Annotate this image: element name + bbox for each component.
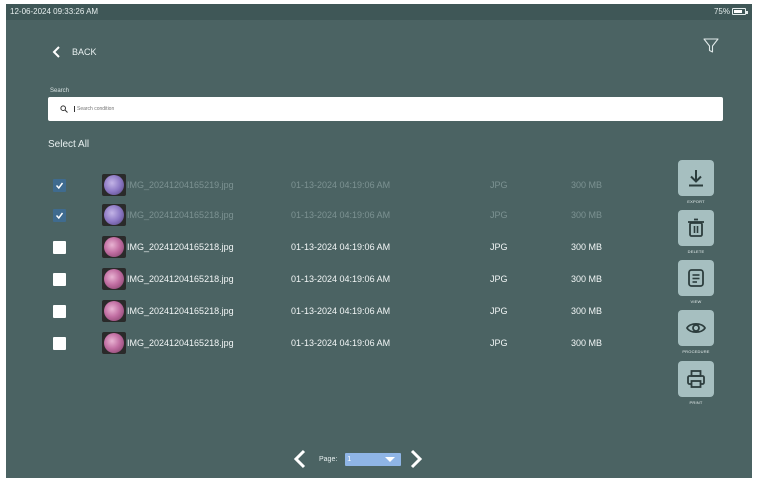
page-select[interactable]: 1: [345, 452, 402, 466]
search-label: Search: [50, 88, 70, 94]
file-size: 300 MB: [571, 242, 603, 252]
file-row[interactable]: IMG_20241204165218.jpg 01-13-2024 04:19:0…: [6, 204, 646, 226]
file-type: JPG: [490, 210, 508, 220]
checkmark-icon: [55, 182, 64, 190]
file-thumbnail: [102, 300, 126, 322]
view-label: VIEW: [690, 299, 702, 304]
file-size: 300 MB: [571, 210, 603, 220]
pagination: Page: 1: [293, 449, 423, 469]
file-row[interactable]: IMG_20241204165218.jpg 01-13-2024 04:19:0…: [6, 236, 646, 258]
back-label: BACK: [72, 47, 97, 57]
file-type: JPG: [490, 274, 508, 284]
file-size: 300 MB: [571, 274, 603, 284]
row-checkbox[interactable]: [53, 305, 66, 318]
print-action[interactable]: PRINT: [678, 361, 714, 405]
file-date: 01-13-2024 04:19:06 AM: [291, 242, 391, 252]
file-name: IMG_20241204165218.jpg: [127, 210, 234, 220]
print-button[interactable]: [678, 361, 714, 397]
export-action[interactable]: EXPORT: [678, 160, 714, 204]
file-date: 01-13-2024 04:19:06 AM: [291, 306, 391, 316]
row-checkbox[interactable]: [53, 241, 66, 254]
battery-icon: [732, 8, 748, 15]
file-name: IMG_20241204165218.jpg: [127, 274, 234, 284]
next-page-button[interactable]: [409, 449, 423, 469]
export-button[interactable]: [678, 160, 714, 196]
status-bar: 12-06-2024 09:33:26 AM 75%: [6, 4, 752, 20]
print-label: PRINT: [689, 400, 703, 405]
file-type: JPG: [490, 242, 508, 252]
page-select-value: 1: [347, 455, 352, 463]
row-checkbox[interactable]: [53, 179, 66, 192]
delete-button[interactable]: [678, 210, 714, 246]
file-thumbnail: [102, 174, 126, 196]
file-date: 01-13-2024 04:19:06 AM: [291, 180, 391, 190]
row-checkbox[interactable]: [53, 273, 66, 286]
file-type: JPG: [490, 338, 508, 348]
download-icon: [689, 170, 703, 187]
file-size: 300 MB: [571, 306, 603, 316]
battery-indicator: 75%: [713, 7, 748, 16]
view-button[interactable]: [678, 260, 714, 296]
file-thumbnail: [102, 268, 126, 290]
page-label: Page:: [319, 455, 338, 463]
document-icon: [688, 269, 704, 287]
eye-icon: [685, 322, 707, 334]
row-checkbox[interactable]: [53, 209, 66, 222]
row-checkbox[interactable]: [53, 337, 66, 350]
file-thumbnail: [102, 332, 126, 354]
procedure-label: PROCEDURE: [682, 349, 710, 354]
printer-icon: [687, 370, 705, 388]
file-type: JPG: [490, 180, 508, 190]
chevron-left-icon: [52, 46, 60, 58]
trash-icon: [688, 218, 704, 237]
file-name: IMG_20241204165218.jpg: [127, 242, 234, 252]
file-row[interactable]: IMG_20241204165218.jpg 01-13-2024 04:19:0…: [6, 268, 646, 290]
file-date: 01-13-2024 04:19:06 AM: [291, 210, 391, 220]
search-icon: [60, 105, 68, 113]
prev-page-button[interactable]: [293, 449, 307, 469]
filter-icon[interactable]: [702, 37, 720, 55]
file-size: 300 MB: [571, 180, 603, 190]
back-button[interactable]: BACK: [52, 46, 97, 58]
checkmark-icon: [55, 212, 64, 220]
procedure-button[interactable]: [678, 310, 714, 346]
file-size: 300 MB: [571, 338, 603, 348]
status-time: 12-06-2024 09:33:26 AM: [10, 7, 99, 16]
search-input[interactable]: [74, 106, 674, 112]
procedure-action[interactable]: PROCEDURE: [678, 310, 714, 354]
file-date: 01-13-2024 04:19:06 AM: [291, 274, 391, 284]
delete-label: DELETE: [687, 249, 705, 254]
battery-percent: 75%: [713, 7, 730, 16]
file-name: IMG_20241204165218.jpg: [127, 306, 234, 316]
chevron-down-icon: [385, 456, 396, 462]
file-type: JPG: [490, 306, 508, 316]
file-row[interactable]: IMG_20241204165218.jpg 01-13-2024 04:19:0…: [6, 300, 646, 322]
file-thumbnail: [102, 204, 126, 226]
file-date: 01-13-2024 04:19:06 AM: [291, 338, 391, 348]
search-bar[interactable]: [48, 97, 723, 121]
file-row[interactable]: IMG_20241204165219.jpg 01-13-2024 04:19:0…: [6, 174, 646, 196]
file-row[interactable]: IMG_20241204165218.jpg 01-13-2024 04:19:0…: [6, 332, 646, 354]
view-action[interactable]: VIEW: [678, 260, 714, 304]
file-name: IMG_20241204165219.jpg: [127, 180, 234, 190]
app-screen: 12-06-2024 09:33:26 AM 75% BACK Search S…: [6, 4, 752, 478]
export-label: EXPORT: [687, 199, 705, 204]
file-thumbnail: [102, 236, 126, 258]
delete-action[interactable]: DELETE: [678, 210, 714, 254]
select-all-button[interactable]: Select All: [48, 139, 89, 150]
file-name: IMG_20241204165218.jpg: [127, 338, 234, 348]
